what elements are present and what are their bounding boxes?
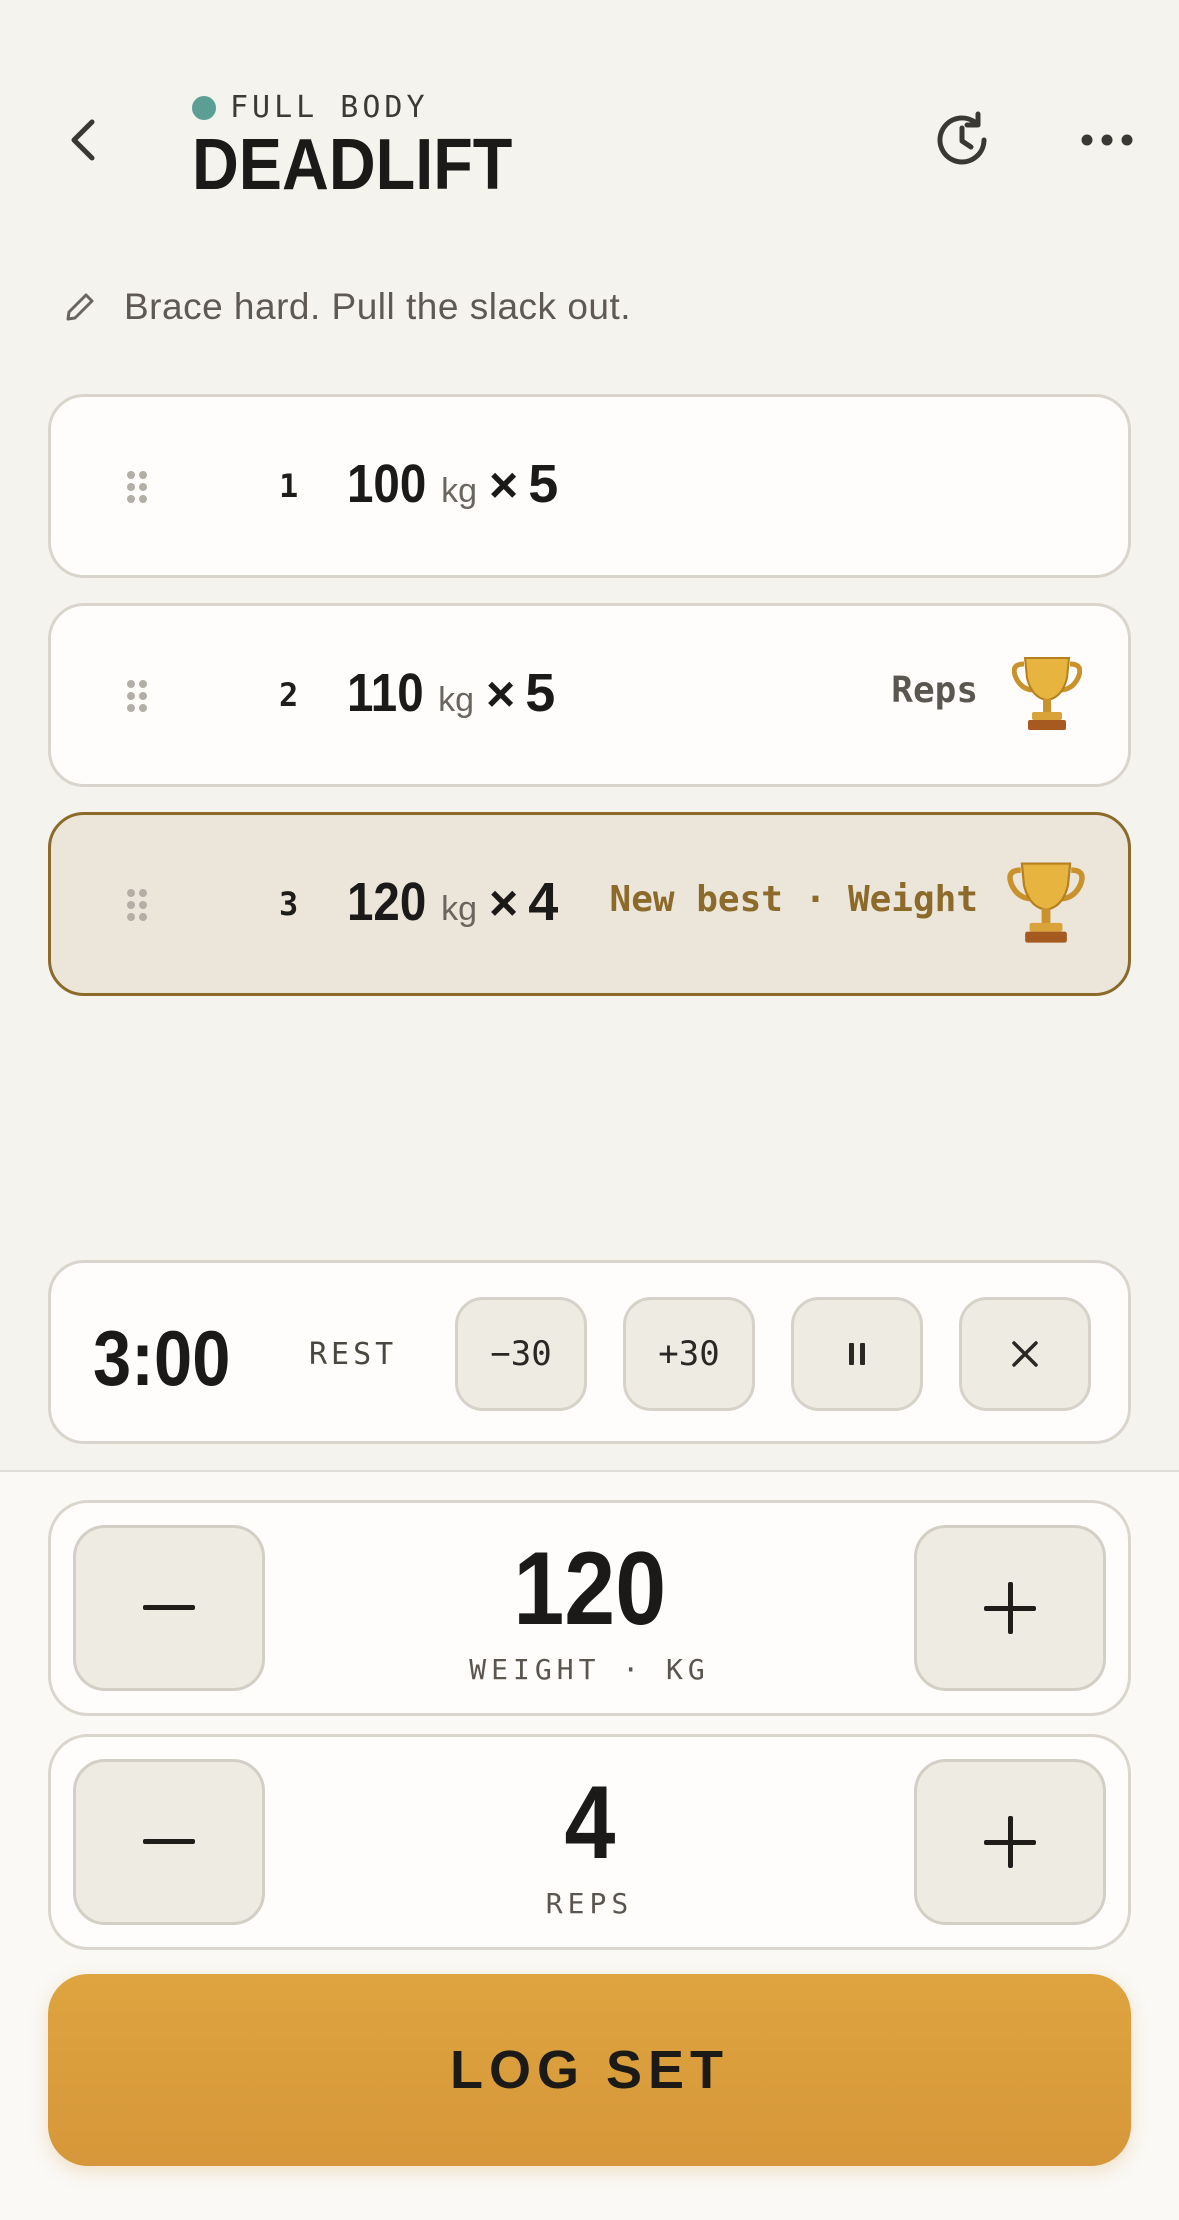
- set-summary: 100 kg × 5: [347, 453, 558, 515]
- drag-handle-icon[interactable]: [127, 889, 147, 925]
- history-button[interactable]: [932, 110, 992, 170]
- exercise-category: FULL BODY: [192, 90, 429, 125]
- page-title: DEADLIFT: [192, 125, 513, 205]
- set-weight: 110: [347, 663, 424, 723]
- times-sign: ×: [486, 666, 516, 722]
- reps-stepper: 4 REPS: [48, 1734, 1131, 1950]
- drag-handle-icon[interactable]: [127, 680, 147, 716]
- note-text: Brace hard. Pull the slack out.: [124, 286, 632, 327]
- more-icon: [1081, 134, 1133, 146]
- category-label: FULL BODY: [230, 90, 429, 125]
- plus-icon: [984, 1816, 1036, 1868]
- pause-button[interactable]: [791, 1297, 923, 1411]
- weight-stepper: 120 WEIGHT · KG: [48, 1500, 1131, 1716]
- pause-icon: [849, 1343, 865, 1365]
- set-number: 1: [279, 467, 299, 505]
- category-dot: [192, 95, 216, 120]
- set-reps: 5: [525, 663, 556, 723]
- log-set-button[interactable]: LOG SET: [48, 1974, 1131, 2166]
- set-weight: 100: [347, 454, 427, 514]
- chevron-left-icon: [71, 119, 95, 161]
- weight-increment-button[interactable]: [914, 1525, 1106, 1691]
- more-button[interactable]: [1080, 120, 1134, 160]
- set-row[interactable]: 1 100 kg × 5: [48, 394, 1131, 578]
- set-reps: 5: [528, 454, 559, 514]
- set-reps: 4: [528, 872, 559, 932]
- set-summary: 110 kg × 5: [347, 662, 555, 724]
- set-unit: kg: [438, 681, 475, 719]
- set-row-current[interactable]: 3 120 kg × 4 New best · Weight: [48, 812, 1131, 996]
- set-number: 2: [279, 676, 299, 714]
- close-icon: [1012, 1341, 1038, 1367]
- pencil-icon: [66, 293, 94, 321]
- set-summary: 120 kg × 4: [347, 871, 558, 933]
- set-unit: kg: [441, 890, 478, 928]
- history-icon: [937, 111, 987, 165]
- pr-badge-label: New best · Weight: [609, 879, 978, 920]
- rest-minus-30-button[interactable]: −30: [455, 1297, 587, 1411]
- times-sign: ×: [489, 875, 519, 931]
- dismiss-timer-button[interactable]: [959, 1297, 1091, 1411]
- rest-plus-30-button[interactable]: +30: [623, 1297, 755, 1411]
- rest-label: REST: [309, 1337, 398, 1372]
- times-sign: ×: [489, 457, 519, 513]
- trophy-icon: [1007, 862, 1085, 943]
- set-weight: 120: [347, 872, 427, 932]
- rest-time: 3:00: [93, 1314, 231, 1402]
- set-number: 3: [279, 885, 299, 923]
- back-button[interactable]: [58, 110, 108, 170]
- log-set-label: LOG SET: [449, 2040, 729, 2100]
- set-row[interactable]: 2 110 kg × 5 Reps: [48, 603, 1131, 787]
- header: FULL BODY DEADLIFT: [0, 0, 1179, 240]
- reps-increment-button[interactable]: [914, 1759, 1106, 1925]
- pr-badge-label: Reps: [891, 670, 978, 711]
- set-unit: kg: [441, 472, 478, 510]
- exercise-note[interactable]: Brace hard. Pull the slack out.: [62, 286, 631, 328]
- trophy-icon: [1012, 657, 1082, 730]
- drag-handle-icon[interactable]: [127, 471, 147, 507]
- plus-icon: [984, 1582, 1036, 1634]
- rest-timer: 3:00 REST −30 +30: [48, 1260, 1131, 1444]
